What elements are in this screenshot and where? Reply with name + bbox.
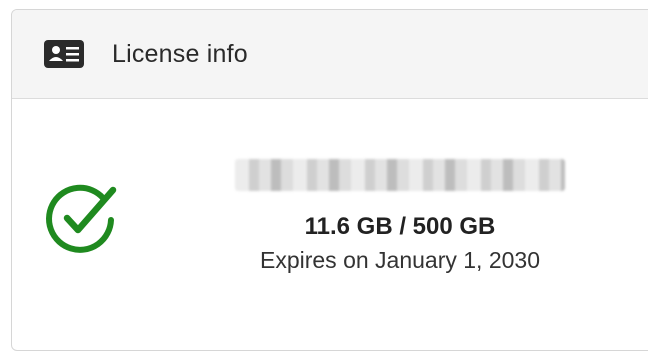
license-info-panel: License info 11.6 GB / 500 GB Expires on… (11, 9, 648, 351)
license-details: 11.6 GB / 500 GB Expires on January 1, 2… (220, 159, 580, 274)
id-card-icon (43, 39, 85, 69)
license-key-blurred (235, 159, 565, 191)
expiration-date: Expires on January 1, 2030 (259, 247, 540, 273)
check-circle-icon (43, 180, 119, 256)
panel-body: 11.6 GB / 500 GB Expires on January 1, 2… (12, 99, 648, 349)
storage-usage: 11.6 GB / 500 GB (304, 213, 496, 240)
panel-header: License info (12, 10, 648, 99)
panel-title: License info (112, 39, 248, 68)
